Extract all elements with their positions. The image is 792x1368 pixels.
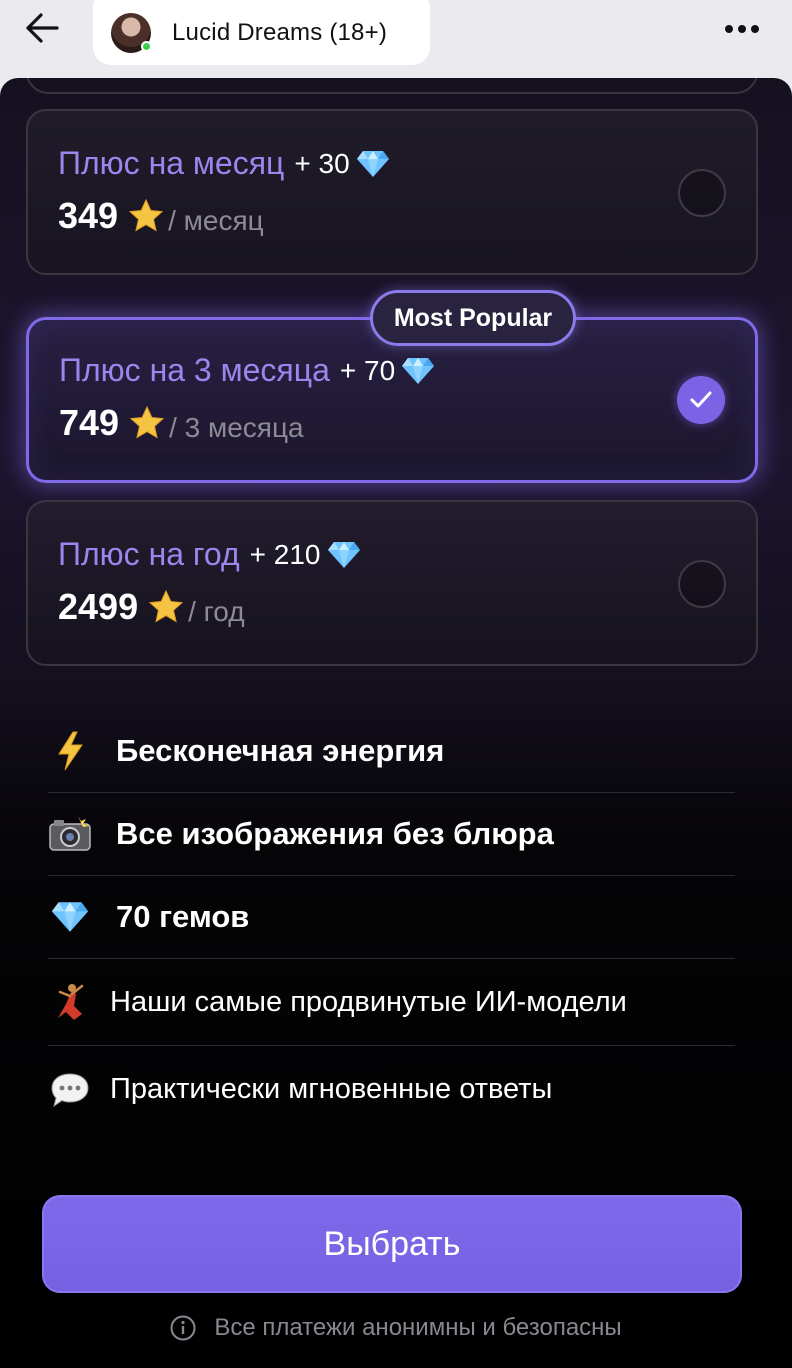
plan-card-year[interactable]: Плюс на год + 210 2499 / год	[26, 500, 758, 666]
chat-title: Lucid Dreams (18+)	[172, 18, 388, 46]
plan-price: 749	[59, 402, 120, 443]
chat-title-pill[interactable]: Lucid Dreams (18+)	[93, 0, 430, 65]
most-popular-badge: Most Popular	[370, 290, 576, 346]
feature-item: Все изображения без блюра	[48, 793, 735, 876]
info-icon	[170, 1315, 196, 1341]
plan-card-month[interactable]: Плюс на месяц + 30 349 / месяц	[26, 109, 758, 275]
plan-name: Плюс на 3 месяца	[59, 352, 330, 388]
plan-bonus: + 30	[294, 147, 350, 179]
feature-text: Бесконечная энергия	[116, 733, 445, 768]
star-icon	[129, 405, 165, 439]
more-horizontal-icon	[725, 25, 733, 33]
feature-text: 70 гемов	[116, 899, 250, 934]
feature-text: Все изображения без блюра	[116, 816, 554, 851]
footnote-text: Все платежи анонимны и безопасны	[214, 1314, 622, 1341]
plan-radio[interactable]	[678, 169, 726, 217]
dancer-icon	[48, 980, 92, 1024]
gem-icon	[48, 895, 92, 939]
speech-bubble-icon	[48, 1068, 92, 1112]
plan-bonus: + 210	[249, 538, 321, 570]
plan-price: 349	[58, 195, 119, 236]
more-options-button[interactable]	[714, 14, 770, 44]
previous-plan-card-edge	[26, 78, 758, 94]
plan-period: / год	[188, 596, 245, 627]
avatar	[111, 12, 152, 53]
back-button[interactable]	[18, 8, 66, 48]
online-status-dot	[141, 40, 152, 52]
subscription-panel: Плюс на месяц + 30 349 / месяц Плюс на 3…	[0, 78, 792, 1368]
star-icon	[128, 198, 164, 232]
plan-period: / месяц	[168, 205, 264, 236]
plan-radio-checked[interactable]	[677, 376, 725, 424]
gem-icon	[356, 150, 389, 177]
feature-item: Бесконечная энергия	[48, 710, 735, 793]
payment-security-note: Все платежи анонимны и безопасны	[0, 1308, 792, 1348]
gem-icon	[327, 541, 360, 568]
star-icon	[148, 589, 184, 623]
plan-period: / 3 месяца	[169, 412, 304, 443]
lightning-icon	[48, 729, 92, 773]
plan-bonus: + 70	[339, 354, 396, 386]
top-bar: Lucid Dreams (18+)	[0, 0, 792, 80]
gem-icon	[402, 357, 435, 384]
feature-item: Наши самые продвинутые ИИ-модели	[48, 959, 735, 1046]
plan-name: Плюс на месяц	[58, 145, 285, 181]
feature-item: Практически мгновенные ответы	[48, 1046, 735, 1133]
plan-radio[interactable]	[678, 560, 726, 608]
plan-name: Плюс на год	[58, 536, 240, 572]
arrow-left-icon	[26, 13, 59, 43]
checkmark-icon	[690, 391, 712, 408]
plan-price: 2499	[58, 586, 139, 627]
features-list: Бесконечная энергия Все изображения без …	[48, 710, 735, 1133]
select-plan-button[interactable]: Выбрать	[42, 1195, 742, 1293]
feature-text: Практически мгновенные ответы	[110, 1073, 553, 1105]
feature-text: Наши самые продвинутые ИИ-модели	[110, 985, 627, 1018]
feature-item: 70 гемов	[48, 876, 735, 959]
camera-flash-icon	[48, 812, 92, 856]
